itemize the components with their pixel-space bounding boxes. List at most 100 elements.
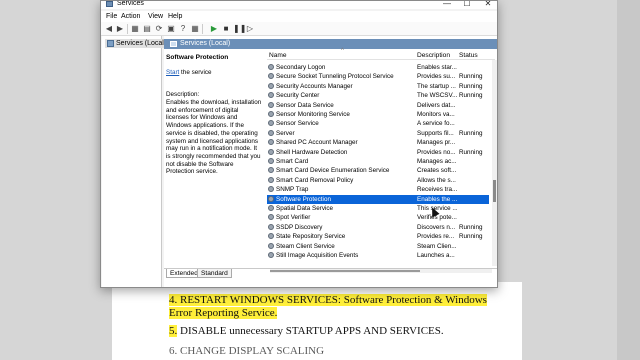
service-row[interactable]: Smart Card Removal Policy Allows the s... [267,176,489,185]
close-button[interactable]: ✕ [478,1,497,9]
service-name: Shell Hardware Detection [276,148,348,156]
column-header-name[interactable]: Name [269,52,287,59]
service-gear-icon [268,139,274,146]
show-hide-icon[interactable]: ▦ [190,24,200,33]
service-description: Provides su... [417,73,456,81]
forward-icon[interactable]: ▶ [115,24,125,33]
service-gear-icon [268,186,274,193]
help-icon[interactable]: ? [178,24,188,33]
sort-ascending-icon: ^ [341,48,344,54]
service-name: Secure Socket Tunneling Protocol Service [276,73,394,81]
service-row[interactable]: Secondary Logon Enables star... [267,63,489,72]
restart-service-icon[interactable]: ▷ [245,24,255,33]
service-description: The startup ... [417,82,456,90]
maximize-button[interactable]: ☐ [457,1,477,9]
title-bar[interactable]: Services — ☐ ✕ [101,1,497,9]
service-name: Software Protection [276,195,331,203]
service-row[interactable]: Security Accounts Manager The startup ...… [267,82,489,91]
service-status: Running [459,223,483,231]
service-name: Smart Card Removal Policy [276,176,354,184]
start-service-icon[interactable]: ▶ [209,24,219,33]
service-description: Manages pr... [417,139,456,147]
pane-header-label: Services (Local) [180,40,231,47]
service-name: Sensor Service [276,120,319,128]
service-status: Running [459,92,483,100]
service-row[interactable]: SSDP Discovery Discovers n... Running [267,223,489,232]
vertical-scrollbar[interactable] [492,60,497,266]
document-page[interactable]: 4. RESTART WINDOWS SERVICES: Software Pr… [112,282,522,360]
service-row[interactable]: Secure Socket Tunneling Protocol Service… [267,72,489,81]
service-name: Spatial Data Service [276,205,334,212]
doc-line-scaling: 6. CHANGE DISPLAY SCALING [169,345,325,357]
toolbar-divider [127,24,128,34]
tree-item-services-local[interactable]: Services (Local) [105,39,169,48]
service-row[interactable]: Spot Verifier Verifies pote... [267,213,489,222]
properties-icon[interactable]: ▤ [142,24,152,33]
column-header-description[interactable]: Description [417,52,450,59]
service-description: Enables the ... [417,195,457,203]
minimize-button[interactable]: — [437,1,457,9]
vertical-scroll-thumb[interactable] [493,180,496,202]
service-row[interactable]: Sensor Service A service fo... [267,119,489,128]
menu-file[interactable]: File [106,13,117,20]
service-gear-icon [268,158,274,164]
service-row[interactable]: Server Supports fil... Running [267,129,489,138]
refresh-icon[interactable]: ⟳ [154,24,164,33]
service-description: The WSCSV... [417,92,457,100]
service-gear-icon [268,223,274,230]
service-name: SSDP Discovery [276,223,323,231]
service-row[interactable]: Shared PC Account Manager Manages pr... [267,138,489,147]
service-name: Still Image Acquisition Events [276,252,359,259]
service-name: Spot Verifier [276,214,311,222]
tab-standard[interactable]: Standard [197,269,232,278]
description-label: Description: [166,91,200,98]
service-name: Server [276,129,295,137]
menu-action[interactable]: Action [121,13,140,20]
service-name: Steam Client Service [276,242,335,250]
service-row[interactable]: Spatial Data Service This service ... [267,204,489,213]
service-row[interactable]: Smart Card Device Enumeration Service Cre… [267,166,489,175]
service-gear-icon [268,242,274,249]
service-row[interactable]: Security Center The WSCSV... Running [267,91,489,100]
service-gear-icon [268,205,274,211]
service-row[interactable]: Still Image Acquisition Events Launches a… [267,251,489,260]
service-description: Receives tra... [417,186,457,194]
service-row[interactable]: Sensor Data Service Delivers dat... [267,101,489,110]
service-gear-icon [268,64,274,70]
service-description-panel: Software Protection Start the service De… [166,52,264,276]
service-description: Provides re... [417,233,455,241]
doc-line-disable: 5. DISABLE unnecessary STARTUP APPS AND … [169,325,444,337]
service-description: A service fo... [417,120,455,128]
back-icon[interactable]: ◀ [104,24,114,33]
service-status: Running [459,73,483,81]
export-list-icon[interactable]: ▣ [166,24,176,33]
service-description: Launches a... [417,252,455,259]
view-tabs: Extended Standard [164,268,497,278]
toolbar: ◀ ▶ ▦ ▤ ⟳ ▣ ? ▦ ▶ ■ ❚❚ ▷ [101,22,497,36]
service-name: SNMP Trap [276,186,309,194]
service-description: Discovers n... [417,223,456,231]
start-service-link[interactable]: Start [166,69,179,76]
service-row[interactable]: SNMP Trap Receives tra... [267,185,489,194]
stop-service-icon[interactable]: ■ [221,24,231,33]
pause-service-icon[interactable]: ❚❚ [233,24,246,33]
service-gear-icon [268,82,274,89]
service-row[interactable]: Software Protection Enables the ... [267,194,489,204]
console-tree-icon[interactable]: ▦ [130,24,140,33]
menu-view[interactable]: View [148,13,163,20]
start-service-text: Start the service [166,69,212,77]
service-row[interactable]: Steam Client Service Steam Clien... [267,242,489,251]
service-row[interactable]: Sensor Monitoring Service Monitors va... [267,110,489,119]
service-row[interactable]: Shell Hardware Detection Provides no... Ru… [267,148,489,157]
service-status: Running [459,82,483,90]
service-row[interactable]: Smart Card Manages ac... [267,157,489,166]
services-node-icon [107,40,114,47]
menu-help[interactable]: Help [168,13,182,20]
column-header-status[interactable]: Status [459,52,478,59]
doc-line-restart-cont: Error Reporting Service. [169,307,278,319]
service-name: Secondary Logon [276,64,326,71]
service-description: Allows the s... [417,176,456,184]
service-name: Sensor Data Service [276,101,334,109]
service-gear-icon [268,92,274,99]
service-row[interactable]: State Repository Service Provides re... Ru… [267,232,489,241]
